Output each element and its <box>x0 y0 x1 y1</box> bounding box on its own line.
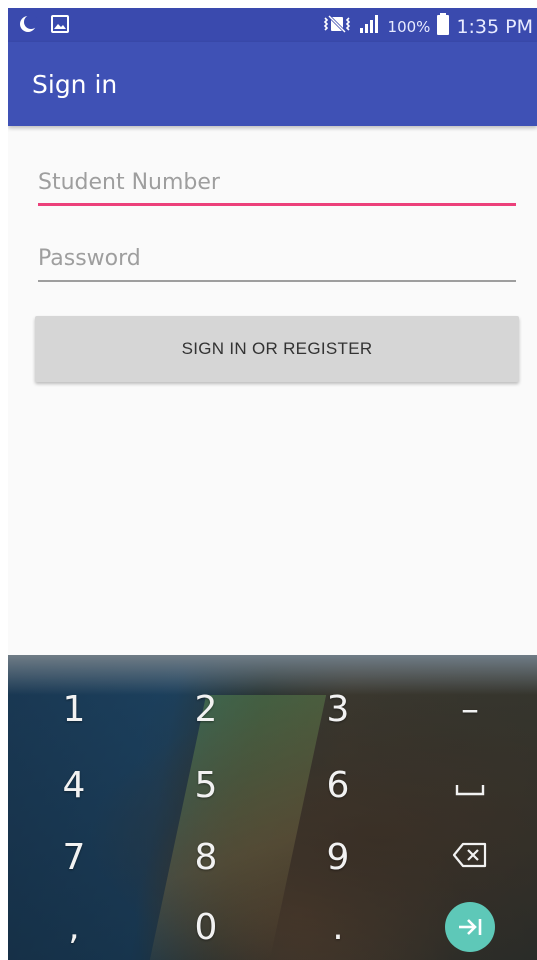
next-field-icon <box>445 902 495 952</box>
key-5[interactable]: 5 <box>140 749 272 821</box>
image-icon <box>50 14 70 38</box>
space-icon <box>455 765 485 806</box>
app-bar: Sign in <box>8 42 537 126</box>
vibrate-mute-icon <box>322 14 352 39</box>
backspace-icon <box>451 837 489 878</box>
key-9[interactable]: 9 <box>272 821 404 893</box>
battery-icon <box>436 12 450 41</box>
key-6[interactable]: 6 <box>272 749 404 821</box>
numeric-keyboard: 1 2 3 – 4 5 6 7 8 9 , 0 . <box>8 655 537 960</box>
sign-in-or-register-button[interactable]: SIGN IN OR REGISTER <box>35 316 519 382</box>
phone-screen: 100% 1:35 PM Sign in SIGN IN OR REGISTER… <box>8 8 537 960</box>
student-number-field[interactable] <box>38 164 516 206</box>
key-0[interactable]: 0 <box>140 891 272 960</box>
key-comma[interactable]: , <box>8 891 140 960</box>
key-space[interactable] <box>404 749 536 821</box>
key-backspace[interactable] <box>404 821 536 893</box>
clock: 1:35 PM <box>456 15 533 38</box>
key-next[interactable] <box>404 891 536 960</box>
moon-icon <box>18 14 38 38</box>
key-7[interactable]: 7 <box>8 821 140 893</box>
key-minus[interactable]: – <box>404 673 536 745</box>
page-title: Sign in <box>32 70 118 99</box>
password-underline <box>38 280 516 282</box>
key-3[interactable]: 3 <box>272 673 404 745</box>
key-2[interactable]: 2 <box>140 673 272 745</box>
password-input[interactable] <box>38 240 516 276</box>
password-field[interactable] <box>38 240 516 282</box>
key-8[interactable]: 8 <box>140 821 272 893</box>
key-4[interactable]: 4 <box>8 749 140 821</box>
key-period[interactable]: . <box>272 891 404 960</box>
student-number-input[interactable] <box>38 164 516 200</box>
status-bar: 100% 1:35 PM <box>8 8 537 42</box>
key-1[interactable]: 1 <box>8 673 140 745</box>
signal-icon <box>358 13 382 40</box>
student-number-underline <box>38 203 516 206</box>
battery-percent: 100% <box>387 17 431 36</box>
